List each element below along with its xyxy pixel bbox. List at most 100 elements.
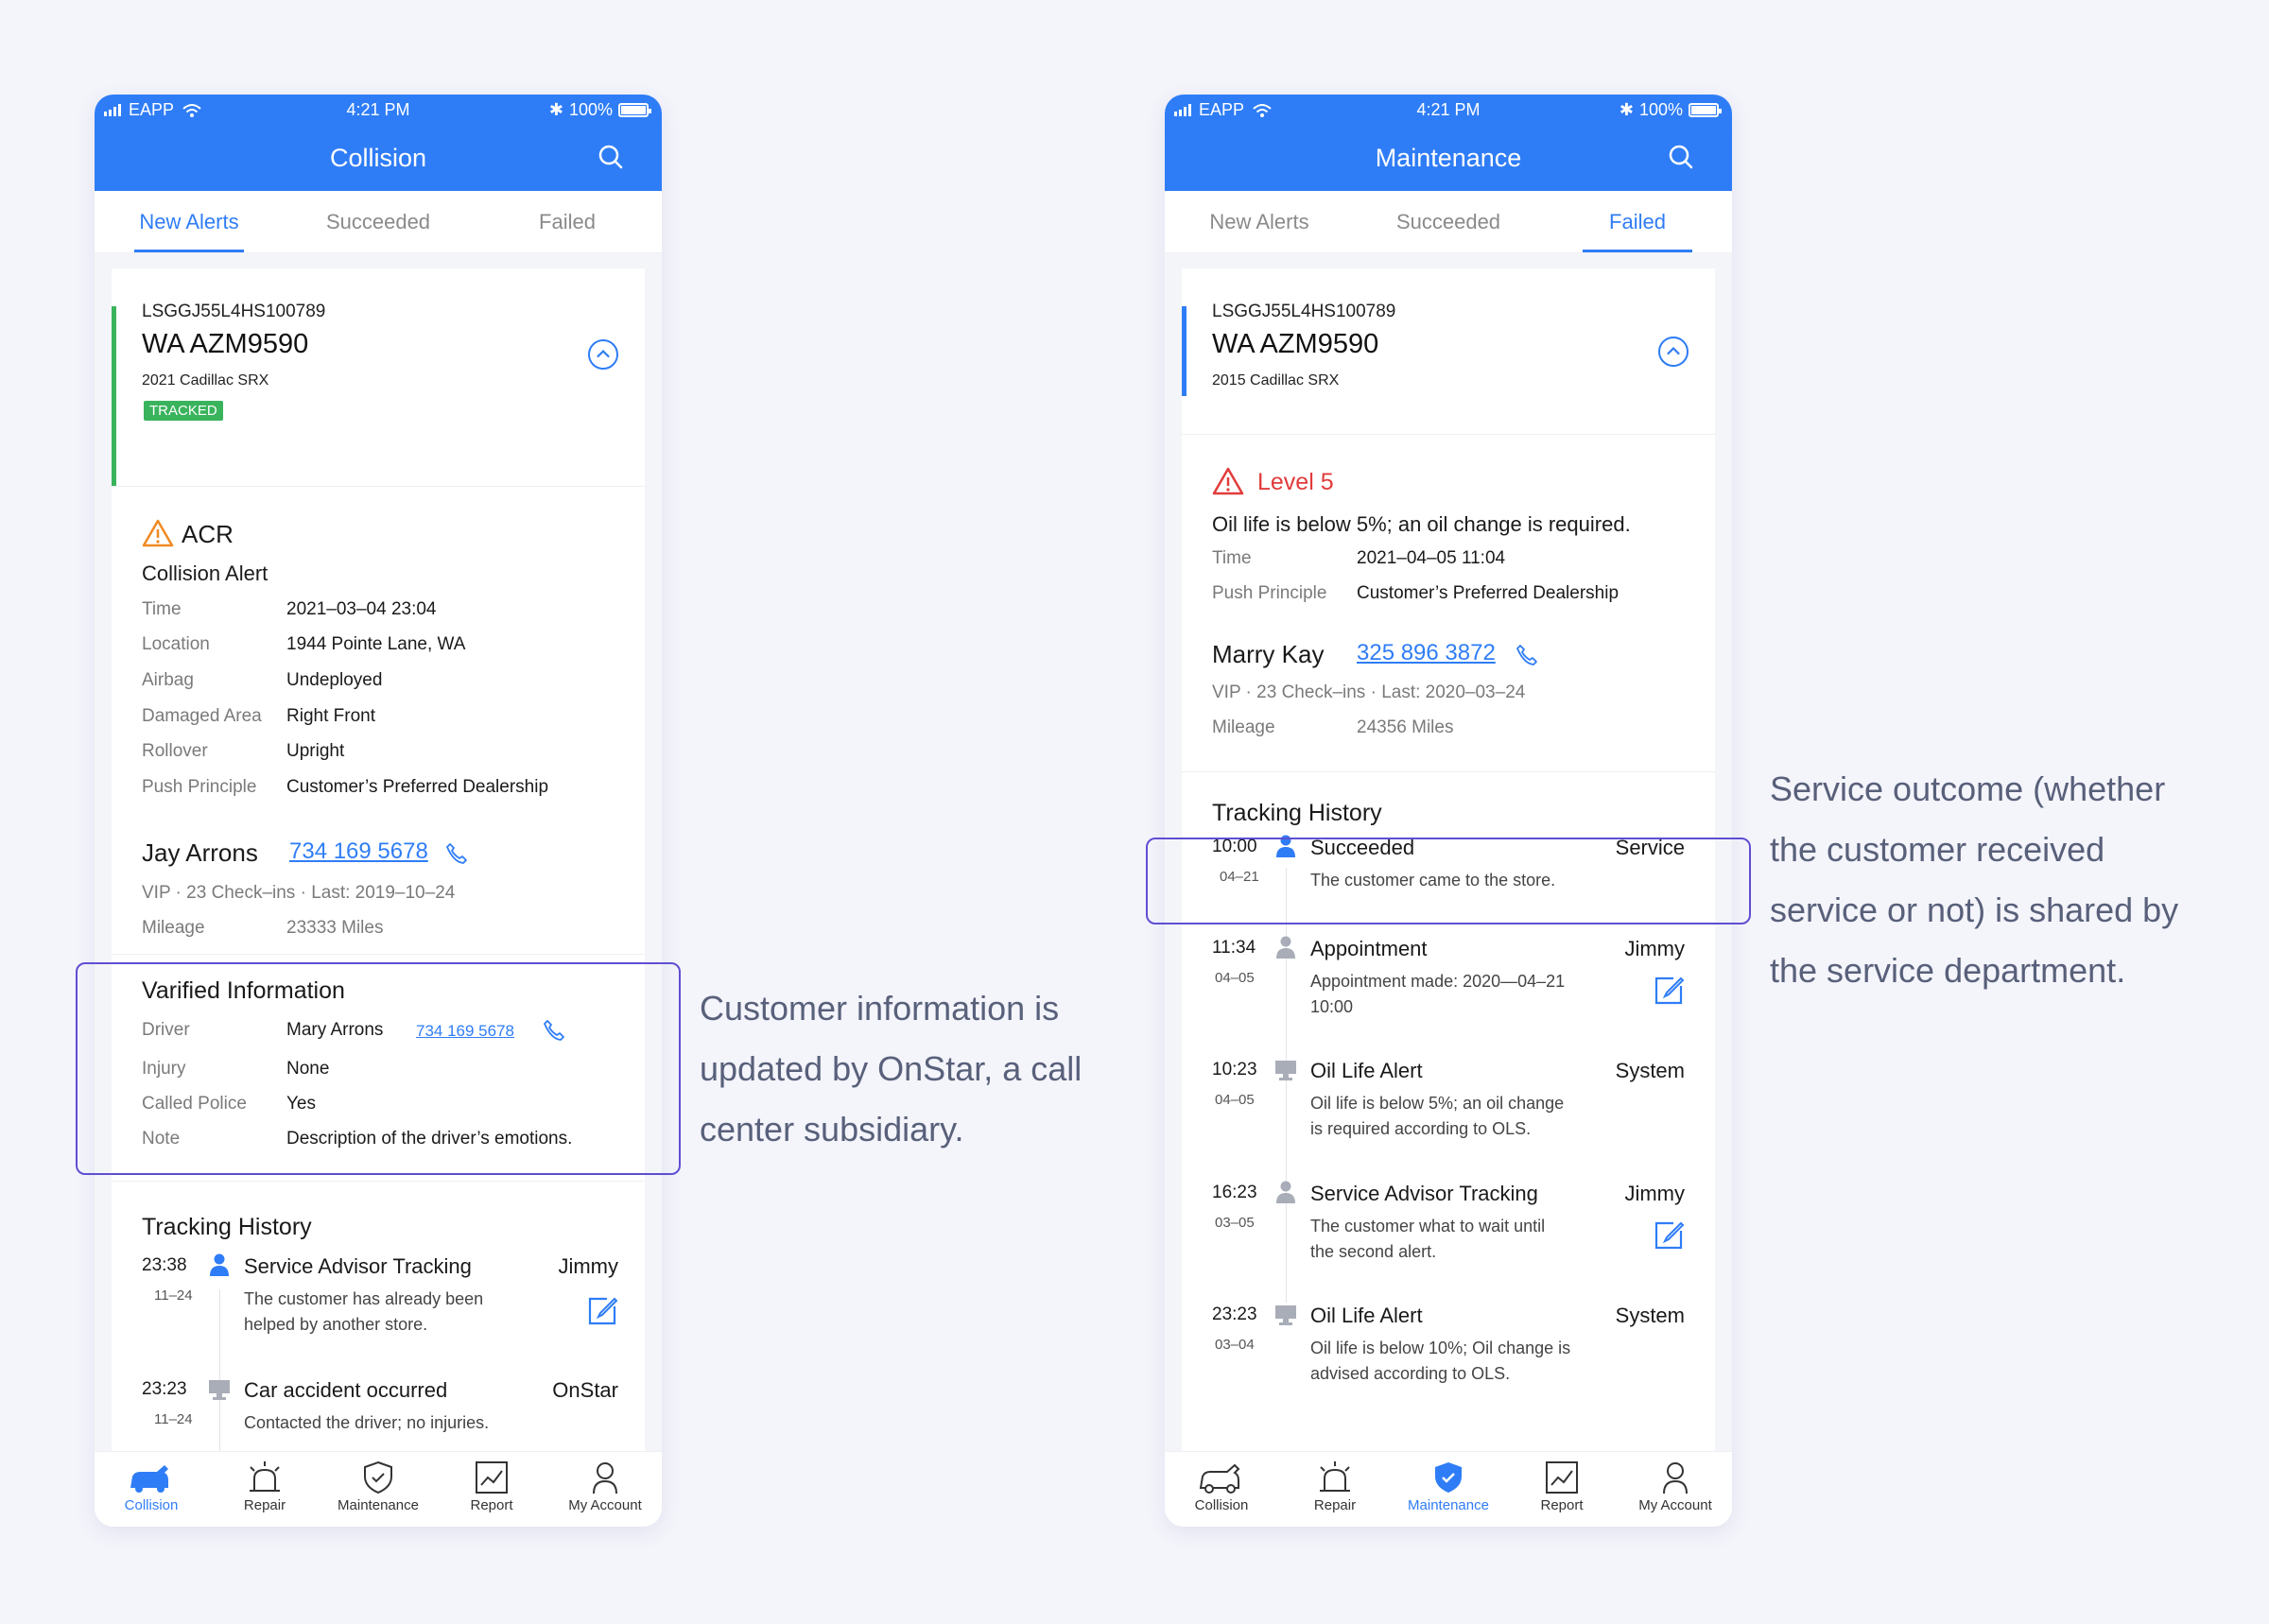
history-author: Jimmy [1624, 1182, 1685, 1205]
customer-phone[interactable]: 325 896 3872 [1357, 640, 1496, 666]
nav-repair[interactable]: Repair [208, 1452, 321, 1527]
history-title-text: Car accident occurred [244, 1378, 448, 1402]
customer-meta: VIP · 23 Check–ins · Last: 2020–03–24 [1212, 682, 1526, 702]
battery-percent: 100% [1638, 100, 1683, 119]
history-title-text: Oil Life Alert [1310, 1304, 1423, 1327]
tab-failed[interactable]: Failed [1543, 191, 1732, 252]
tab-succeeded[interactable]: Succeeded [284, 191, 473, 252]
nav-report[interactable]: Report [1505, 1452, 1619, 1527]
computer-icon [209, 1380, 230, 1400]
alert-card: LSGGJ55L4HS100789 WA AZM9590 2021 Cadill… [112, 268, 645, 1451]
alarm-light-icon [250, 1461, 280, 1492]
time-value: 2021–03–04 23:04 [286, 599, 437, 619]
edit-icon[interactable] [1653, 975, 1685, 1007]
time-label: Time [1212, 548, 1252, 568]
nav-collision[interactable]: Collision [1165, 1452, 1278, 1527]
edit-icon[interactable] [1653, 1219, 1685, 1252]
divider [1182, 434, 1715, 435]
warning-icon [1212, 467, 1244, 495]
status-badge: TRACKED [144, 401, 223, 421]
shield-icon [1435, 1462, 1462, 1493]
history-time: 23:38 [142, 1255, 187, 1275]
bottom-nav: Collision Repair Maintenance Report My A… [1165, 1451, 1732, 1527]
nav-collision[interactable]: Collision [95, 1452, 208, 1527]
phone-maintenance: EAPP 4:21 PM ✱ 100% Maintenance New Alert… [1165, 95, 1732, 1527]
damaged-area-label: Damaged Area [142, 706, 262, 726]
nav-my-account[interactable]: My Account [548, 1452, 662, 1527]
history-date: 11–24 [154, 1411, 193, 1427]
history-author: System [1615, 1059, 1685, 1082]
push-principle-label: Push Principle [142, 777, 257, 797]
phone-icon[interactable] [444, 841, 469, 866]
rollover-label: Rollover [142, 741, 208, 761]
shield-icon [364, 1460, 392, 1494]
person-icon [1276, 1181, 1295, 1203]
history-time: 16:23 [1212, 1183, 1257, 1202]
airbag-label: Airbag [142, 670, 194, 690]
alert-code: ACR [182, 520, 234, 548]
page-title: Maintenance [1375, 144, 1522, 172]
vehicle-model: 2021 Cadillac SRX [142, 372, 269, 389]
search-icon[interactable] [598, 144, 624, 170]
tab-succeeded[interactable]: Succeeded [1354, 191, 1543, 252]
edit-icon[interactable] [586, 1295, 618, 1327]
nav-report[interactable]: Report [435, 1452, 548, 1527]
history-date: 03–05 [1215, 1215, 1255, 1231]
plate-number: WA AZM9590 [142, 329, 309, 359]
nav-maintenance[interactable]: Maintenance [321, 1452, 435, 1527]
alarm-light-icon [1320, 1461, 1350, 1492]
chevron-up-icon[interactable] [588, 339, 618, 370]
history-desc: The customer what to wait until the secon… [1310, 1217, 1546, 1261]
mileage-value: 24356 Miles [1357, 717, 1454, 737]
history-author: Jimmy [1624, 937, 1685, 960]
tab-new-alerts[interactable]: New Alerts [1165, 191, 1354, 252]
plate-number: WA AZM9590 [1212, 329, 1379, 359]
bluetooth-icon: ✱ [548, 100, 563, 119]
time-label: Time [142, 599, 182, 619]
history-title-text: Service Advisor Tracking [244, 1254, 472, 1278]
history-title-text: Service Advisor Tracking [1310, 1182, 1538, 1205]
nav-repair[interactable]: Repair [1278, 1452, 1392, 1527]
nav-my-account[interactable]: My Account [1619, 1452, 1732, 1527]
history-desc: Oil life is below 10%; Oil change is advi… [1310, 1339, 1571, 1383]
tab-failed[interactable]: Failed [473, 191, 662, 252]
alert-message: Oil life is below 5%; an oil change is r… [1212, 512, 1631, 536]
chart-icon [1546, 1461, 1578, 1494]
rollover-value: Upright [286, 741, 345, 761]
chevron-up-icon[interactable] [1658, 337, 1689, 367]
customer-phone[interactable]: 734 169 5678 [289, 838, 428, 865]
history-time: 10:23 [1212, 1060, 1257, 1080]
alert-name: Collision Alert [142, 561, 268, 585]
airbag-value: Undeployed [286, 670, 383, 690]
annotation-right: Service outcome (whether the customer rec… [1770, 769, 2179, 990]
customer-name: Marry Kay [1212, 640, 1325, 668]
user-icon [1663, 1462, 1688, 1494]
history-author: OnStar [552, 1378, 618, 1402]
push-principle-value: Customer’s Preferred Dealership [286, 777, 549, 797]
status-stripe [112, 306, 116, 486]
history-author: Jimmy [558, 1254, 618, 1278]
history-title-text: Oil Life Alert [1310, 1059, 1423, 1082]
timeline-line [219, 1289, 220, 1451]
history-title: Tracking History [142, 1214, 312, 1240]
page-title: Collision [329, 144, 427, 172]
history-date: 04–05 [1215, 1092, 1255, 1108]
search-icon[interactable] [1668, 144, 1694, 170]
nav-maintenance[interactable]: Maintenance [1392, 1452, 1505, 1527]
location-value: 1944 Pointe Lane, WA [286, 634, 466, 654]
customer-meta: VIP · 23 Check–ins · Last: 2019–10–24 [142, 883, 456, 903]
push-principle-value: Customer’s Preferred Dealership [1357, 583, 1619, 603]
highlight-box-verified [76, 962, 681, 1175]
battery-percent: 100% [568, 100, 613, 119]
tab-new-alerts[interactable]: New Alerts [95, 191, 284, 252]
history-date: 03–04 [1215, 1337, 1255, 1353]
tab-bar: New Alerts Succeeded Failed [1165, 191, 1732, 253]
history-desc: Appointment made: 2020—04–21 10:00 [1310, 972, 1566, 1016]
app-header: EAPP 4:21 PM ✱ 100% Collision [95, 95, 662, 191]
mileage-label: Mileage [1212, 717, 1275, 737]
time-value: 2021–04–05 11:04 [1357, 548, 1506, 568]
phone-icon[interactable] [1515, 643, 1539, 667]
highlight-box-succeeded [1146, 838, 1751, 924]
history-desc: Oil life is below 5%; an oil change is re… [1310, 1094, 1565, 1138]
push-principle-label: Push Principle [1212, 583, 1327, 603]
